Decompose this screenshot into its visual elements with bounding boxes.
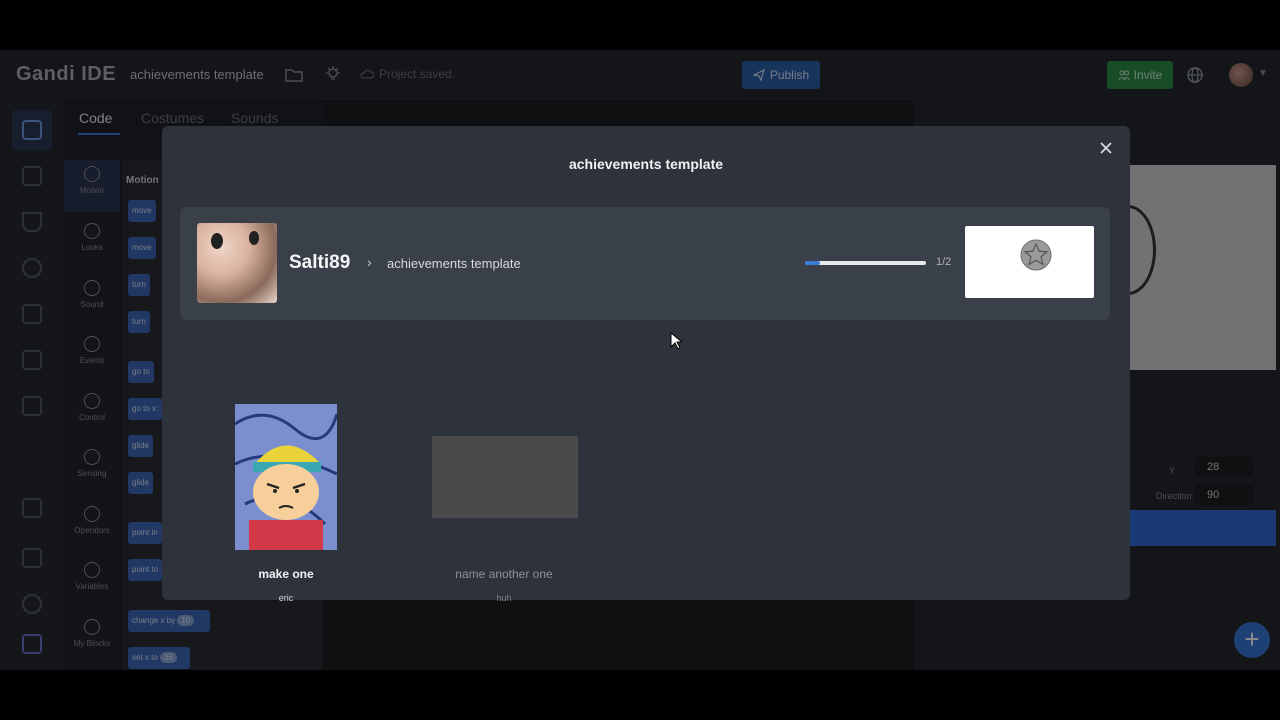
mouse-cursor-icon	[670, 332, 682, 350]
achievement-image-placeholder	[432, 436, 578, 518]
achievement-image-cartman	[235, 404, 337, 550]
achievements-modal: achievements template Salti89 › achievem…	[162, 126, 1130, 603]
close-icon[interactable]	[1098, 140, 1114, 156]
chevron-right-icon: ›	[367, 254, 372, 270]
modal-title: achievements template	[568, 156, 724, 172]
progress-fill	[805, 261, 820, 265]
avatar-eye	[211, 233, 223, 249]
achievement-description: eric	[278, 593, 294, 603]
ide-window: Gandi IDE achievements template Project …	[0, 50, 1280, 670]
avatar-eye	[249, 231, 259, 245]
project-header-card: Salti89 › achievements template 1/2	[180, 207, 1110, 320]
author-name[interactable]: Salti89	[289, 252, 350, 274]
star-badge-icon	[1020, 239, 1052, 271]
achievement-name: name another one	[455, 567, 553, 581]
achievement-progress-bar	[805, 261, 926, 265]
achievement-name: make one	[258, 567, 314, 581]
project-breadcrumb: achievements template	[387, 256, 521, 271]
author-avatar[interactable]	[197, 223, 277, 303]
badge-preview	[965, 226, 1094, 298]
achievement-description: huh	[496, 593, 512, 603]
progress-text: 1/2	[936, 256, 952, 268]
